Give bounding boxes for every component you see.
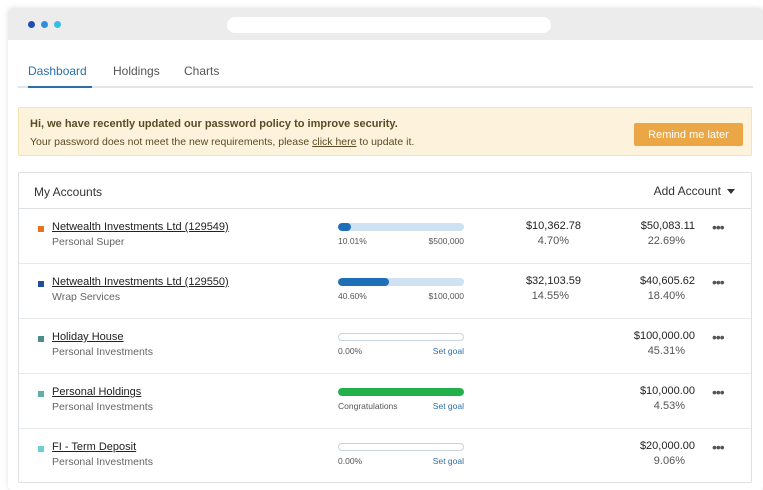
account-name-link[interactable]: FI - Term Deposit bbox=[52, 441, 136, 453]
goal-progress-fill bbox=[338, 278, 390, 286]
account-return-percent: 14.55% bbox=[531, 290, 569, 302]
account-row[interactable]: Netwealth Investments Ltd (129549) Perso… bbox=[19, 209, 751, 264]
portfolio-share-percent: 9.06% bbox=[653, 455, 685, 467]
portfolio-share-percent: 45.31% bbox=[647, 345, 685, 357]
tab-bar: Dashboard Holdings Charts bbox=[18, 40, 753, 88]
browser-titlebar bbox=[8, 8, 763, 40]
account-type: Wrap Services bbox=[52, 291, 121, 303]
goal-amount: $100,000 bbox=[428, 291, 464, 301]
account-color-swatch bbox=[38, 281, 44, 287]
my-accounts-panel: My Accounts Add Account Netwealth Invest… bbox=[18, 172, 752, 483]
account-row[interactable]: Holiday House Personal Investments 0.00%… bbox=[19, 319, 751, 374]
close-window-icon[interactable] bbox=[28, 21, 35, 28]
account-row[interactable]: FI - Term Deposit Personal Investments 0… bbox=[19, 429, 751, 484]
goal-progress-bar bbox=[338, 278, 464, 286]
account-return-percent: 4.70% bbox=[537, 235, 569, 247]
account-color-swatch bbox=[38, 226, 44, 232]
accounts-list: Netwealth Investments Ltd (129549) Perso… bbox=[19, 209, 751, 484]
account-row[interactable]: Personal Holdings Personal Investments C… bbox=[19, 374, 751, 429]
goal-progress-bar bbox=[338, 223, 464, 231]
goal-progress-bar bbox=[338, 333, 464, 341]
goal-amount: $500,000 bbox=[428, 236, 464, 246]
portfolio-share-percent: 4.53% bbox=[653, 400, 685, 412]
account-name-link[interactable]: Netwealth Investments Ltd (129550) bbox=[52, 276, 229, 288]
goal-progress-bar bbox=[338, 443, 464, 451]
tab-holdings[interactable]: Holdings bbox=[113, 64, 160, 78]
account-color-swatch bbox=[38, 391, 44, 397]
account-balance: $40,605.62 bbox=[639, 275, 695, 287]
accounts-title: My Accounts bbox=[34, 185, 103, 199]
caret-down-icon bbox=[727, 188, 735, 194]
tab-dashboard[interactable]: Dashboard bbox=[28, 64, 87, 78]
address-bar[interactable] bbox=[227, 17, 551, 33]
set-goal-link[interactable]: Set goal bbox=[338, 346, 464, 356]
account-color-swatch bbox=[38, 446, 44, 452]
account-type: Personal Super bbox=[52, 236, 125, 248]
browser-window: Dashboard Holdings Charts Hi, we have re… bbox=[8, 8, 763, 490]
account-name-link[interactable]: Personal Holdings bbox=[52, 386, 141, 398]
tab-charts[interactable]: Charts bbox=[184, 64, 219, 78]
account-balance: $20,000.00 bbox=[639, 440, 695, 452]
account-name-link[interactable]: Holiday House bbox=[52, 331, 124, 343]
alert-message: Your password does not meet the new requ… bbox=[30, 136, 414, 148]
maximize-window-icon[interactable] bbox=[54, 21, 61, 28]
add-account-label: Add Account bbox=[653, 184, 721, 198]
more-options-icon[interactable]: ••• bbox=[712, 385, 725, 399]
active-tab-indicator bbox=[28, 86, 92, 88]
portfolio-share-percent: 18.40% bbox=[647, 290, 685, 302]
set-goal-link[interactable]: Set goal bbox=[338, 401, 464, 411]
account-balance: $50,083.11 bbox=[640, 220, 695, 232]
update-password-link[interactable]: click here bbox=[312, 136, 356, 148]
account-value: $10,362.78 bbox=[525, 220, 581, 232]
set-goal-link[interactable]: Set goal bbox=[338, 456, 464, 466]
accounts-header: My Accounts Add Account bbox=[19, 173, 751, 209]
account-row[interactable]: Netwealth Investments Ltd (129550) Wrap … bbox=[19, 264, 751, 319]
more-options-icon[interactable]: ••• bbox=[712, 330, 725, 344]
account-type: Personal Investments bbox=[52, 346, 153, 358]
alert-message-start: Your password does not meet the new requ… bbox=[30, 136, 313, 148]
goal-progress-fill bbox=[338, 223, 351, 231]
more-options-icon[interactable]: ••• bbox=[712, 220, 725, 234]
account-balance: $100,000.00 bbox=[633, 330, 695, 342]
account-type: Personal Investments bbox=[52, 456, 153, 468]
account-value: $32,103.59 bbox=[525, 275, 581, 287]
alert-title: Hi, we have recently updated our passwor… bbox=[30, 118, 398, 130]
alert-message-end: to update it. bbox=[356, 136, 415, 148]
more-options-icon[interactable]: ••• bbox=[712, 275, 725, 289]
goal-progress-bar bbox=[338, 388, 464, 396]
account-type: Personal Investments bbox=[52, 401, 153, 413]
portfolio-share-percent: 22.69% bbox=[647, 235, 685, 247]
account-name-link[interactable]: Netwealth Investments Ltd (129549) bbox=[52, 221, 229, 233]
minimize-window-icon[interactable] bbox=[41, 21, 48, 28]
remind-me-later-button[interactable]: Remind me later bbox=[634, 123, 743, 146]
password-policy-alert: Hi, we have recently updated our passwor… bbox=[18, 107, 752, 156]
page-content: Dashboard Holdings Charts Hi, we have re… bbox=[18, 40, 753, 483]
account-balance: $10,000.00 bbox=[639, 385, 695, 397]
account-color-swatch bbox=[38, 336, 44, 342]
window-controls bbox=[28, 21, 61, 28]
more-options-icon[interactable]: ••• bbox=[712, 440, 725, 454]
goal-progress-fill bbox=[338, 388, 464, 396]
add-account-dropdown[interactable]: Add Account bbox=[654, 184, 735, 198]
